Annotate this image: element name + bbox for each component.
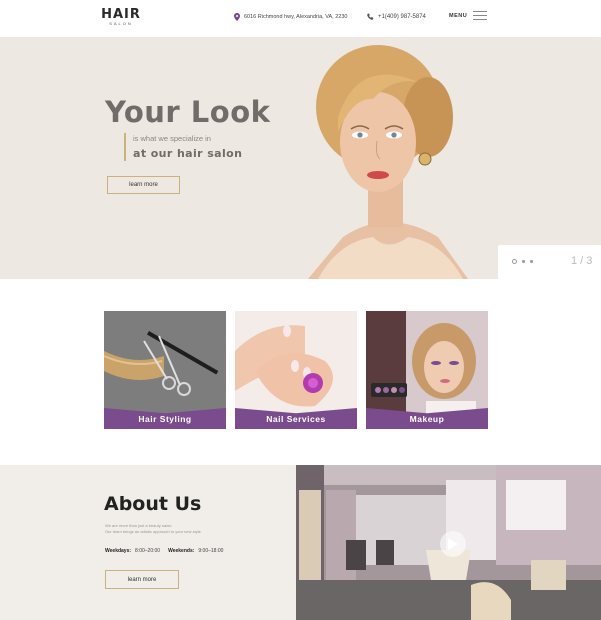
phone-icon bbox=[367, 13, 374, 20]
address-text: 6016 Richmond hwy, Alexandria, VA, 2230 bbox=[244, 14, 348, 20]
header-address: 6016 Richmond hwy, Alexandria, VA, 2230 bbox=[234, 13, 347, 21]
about-section: About Us We are more than just a beauty … bbox=[0, 465, 296, 620]
play-button[interactable] bbox=[440, 531, 466, 557]
opening-hours: Weekdays: 8:00–20:00 Weekends: 9:00–18:0… bbox=[105, 548, 223, 554]
salon-video[interactable] bbox=[296, 465, 601, 620]
hero-title: Your Look bbox=[105, 95, 271, 129]
slider-dots bbox=[512, 259, 533, 264]
service-card-nail-services[interactable]: Nail Services bbox=[235, 311, 357, 429]
logo-text: HAIR bbox=[101, 7, 141, 22]
about-text: We are more than just a beauty salon. Ou… bbox=[105, 523, 202, 534]
hero-portrait-image bbox=[308, 45, 468, 279]
hero-subtitle-line2: at our hair salon bbox=[133, 147, 243, 160]
about-title: About Us bbox=[104, 493, 202, 515]
service-card-hair-styling[interactable]: Hair Styling bbox=[104, 311, 226, 429]
play-icon bbox=[448, 538, 458, 550]
slider-dot-2[interactable] bbox=[522, 260, 525, 263]
slider-dot-3[interactable] bbox=[530, 260, 533, 263]
weekdays-hours: 8:00–20:00 bbox=[135, 548, 161, 554]
hero-subtitle-line1: is what we specialize in bbox=[133, 134, 211, 143]
slider-dot-1[interactable] bbox=[512, 259, 517, 264]
menu-button[interactable]: MENU bbox=[449, 11, 488, 20]
about-learn-more-button[interactable]: learn more bbox=[105, 570, 179, 589]
weekends-hours: 9:00–18:00 bbox=[198, 548, 224, 554]
phone-number: +1(409) 987-5874 bbox=[378, 13, 426, 20]
menu-label: MENU bbox=[449, 12, 468, 19]
location-pin-icon bbox=[234, 13, 240, 21]
slider-controls: 1 / 3 bbox=[498, 245, 601, 279]
hero-slider: Your Look is what we specialize in at ou… bbox=[0, 37, 601, 279]
header-phone[interactable]: +1(409) 987-5874 bbox=[367, 13, 426, 20]
services-section: Hair Styling Nail Services Makeup bbox=[0, 279, 601, 465]
logo[interactable]: HAIR SALON bbox=[101, 8, 141, 27]
weekdays-label: Weekdays: bbox=[105, 548, 132, 554]
site-header: HAIR SALON 6016 Richmond hwy, Alexandria… bbox=[0, 0, 601, 37]
hamburger-icon bbox=[473, 11, 488, 20]
weekends-label: Weekends: bbox=[168, 548, 195, 554]
slide-counter: 1 / 3 bbox=[571, 255, 593, 267]
hero-accent-bar bbox=[124, 133, 126, 161]
hero-learn-more-button[interactable]: learn more bbox=[107, 176, 180, 194]
service-card-makeup[interactable]: Makeup bbox=[366, 311, 488, 429]
